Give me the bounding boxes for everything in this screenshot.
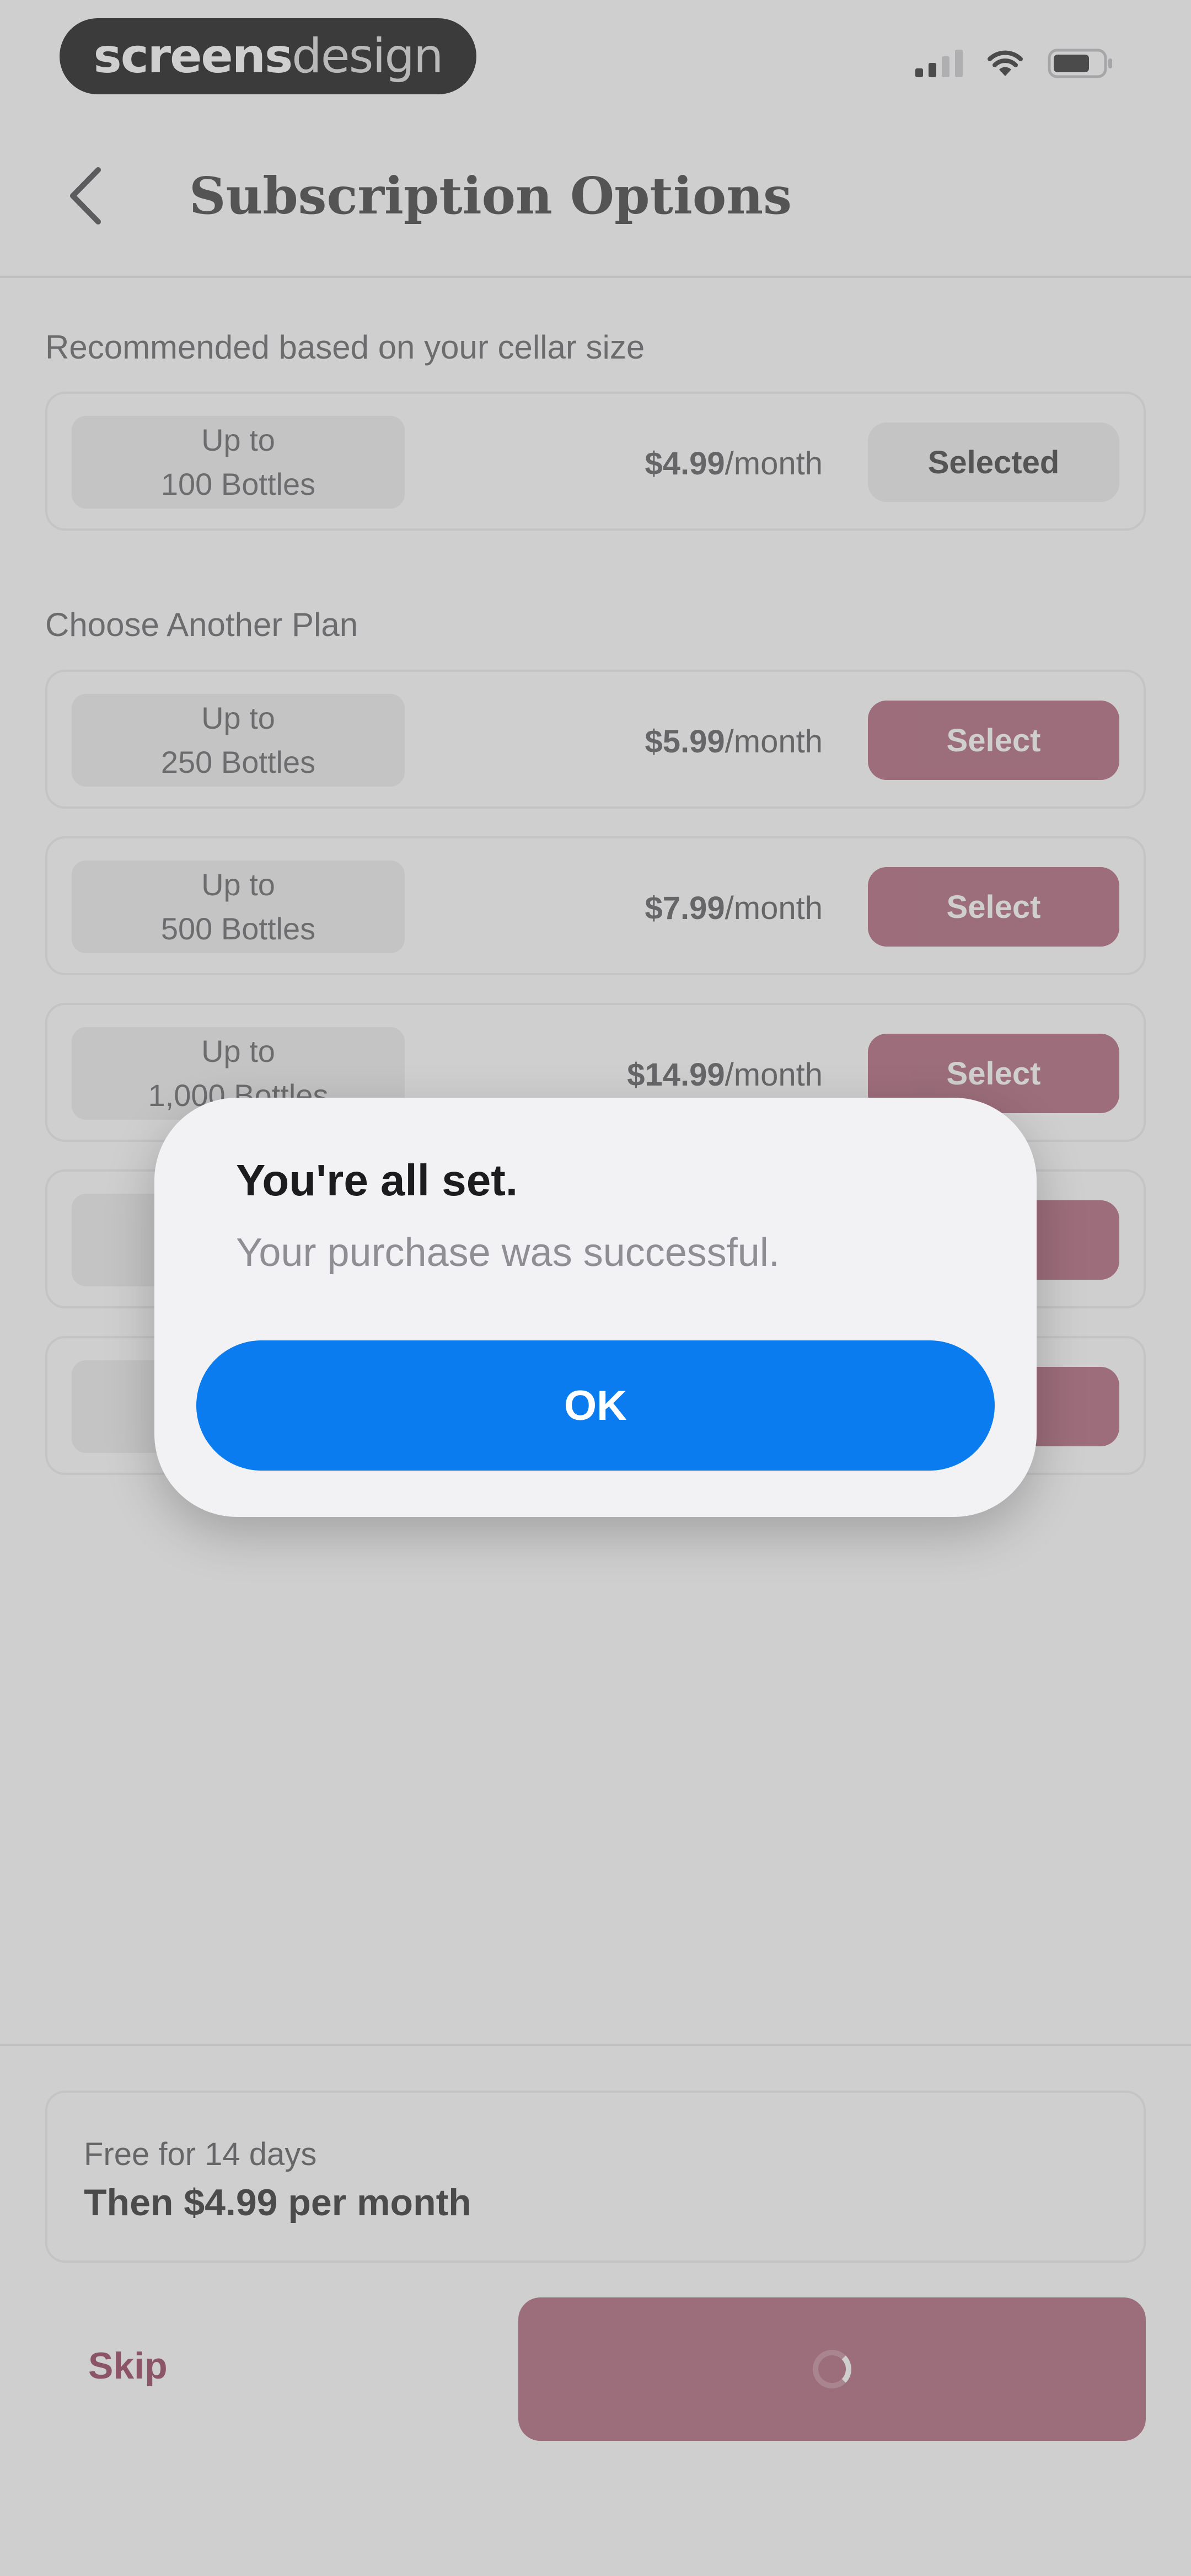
purchase-success-alert: You're all set. Your purchase was succes… xyxy=(154,1098,1037,1517)
alert-title: You're all set. xyxy=(236,1156,518,1205)
alert-message: Your purchase was successful. xyxy=(236,1231,780,1275)
alert-ok-button[interactable]: OK xyxy=(196,1340,995,1471)
